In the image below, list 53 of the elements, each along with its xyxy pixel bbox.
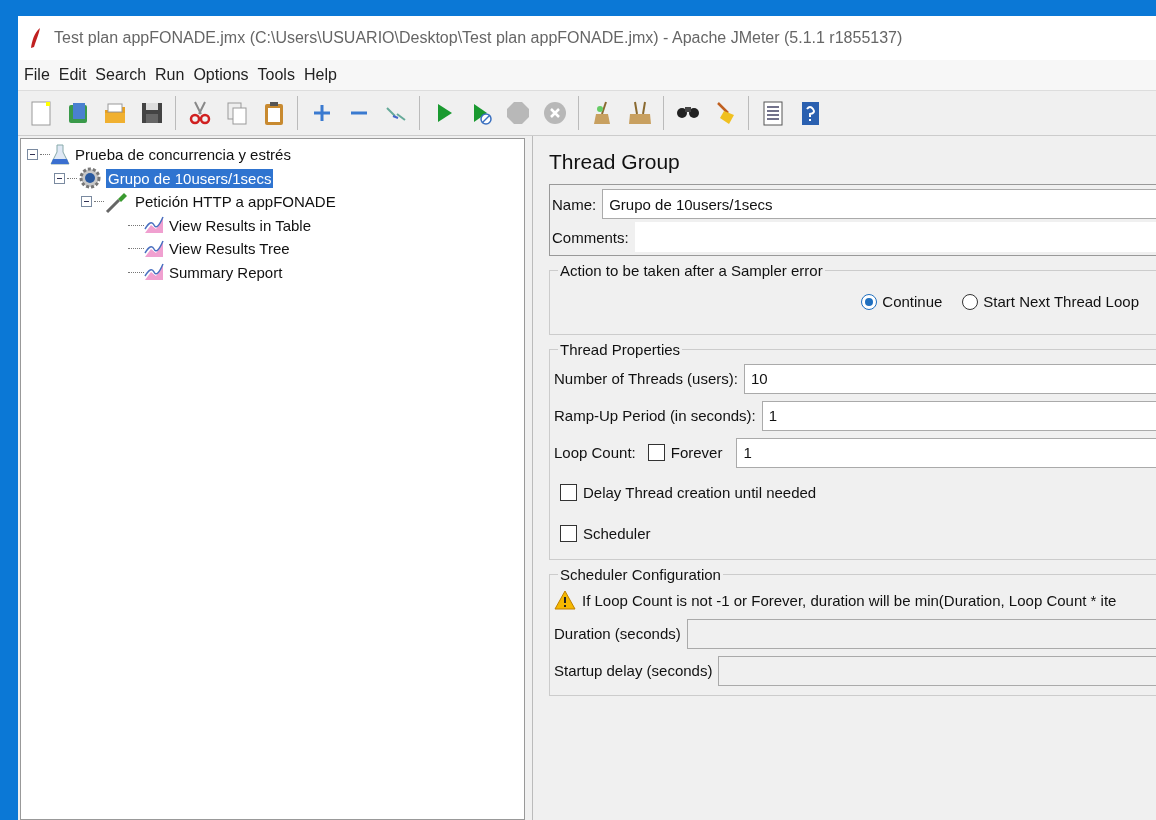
feather-icon xyxy=(30,27,42,49)
panel-title: Thread Group xyxy=(549,150,681,174)
flask-icon xyxy=(50,143,70,166)
tree-item[interactable]: Prueba de concurrencia y estrés xyxy=(73,145,293,165)
field-label: Ramp-Up Period (in seconds): xyxy=(554,407,756,424)
forever-checkbox[interactable]: Forever xyxy=(647,444,723,461)
threads-field[interactable]: 10 xyxy=(743,363,1156,394)
menu-item[interactable]: Search xyxy=(95,66,147,84)
graph-icon xyxy=(144,216,164,235)
checkbox[interactable] xyxy=(560,483,577,501)
delay-checkbox[interactable]: Delay Thread creation until needed xyxy=(560,483,817,501)
broom-icon xyxy=(626,100,653,126)
collapse-toggle[interactable] xyxy=(54,172,65,184)
menu-item[interactable]: Run xyxy=(155,66,185,84)
collapse-toggle[interactable] xyxy=(27,149,38,161)
menu-item[interactable]: Help xyxy=(303,66,337,84)
menu-item[interactable]: Tools xyxy=(257,66,295,84)
field-label: Startup delay (seconds) xyxy=(554,662,713,679)
radio-option[interactable]: Start Next Thread Loop xyxy=(962,293,1139,310)
field-label: Number of Threads (users): xyxy=(554,370,738,387)
close-icon xyxy=(541,100,568,126)
binoculars-icon xyxy=(675,107,700,119)
radio-option[interactable]: Continue xyxy=(861,293,943,310)
group-legend: Thread Properties xyxy=(558,341,683,358)
ramp-up-field[interactable]: 1 xyxy=(761,400,1156,431)
group-legend: Scheduler Configuration xyxy=(558,566,723,583)
window-title: Test plan appFONADE.jmx (C:\Users\USUARIO\Desktop\Test plan appFONADE.jmx) - Apache JMeter (5.1.1 r1855137) xyxy=(54,29,903,47)
warning-icon xyxy=(554,590,576,610)
field-label: Comments: xyxy=(552,228,629,246)
gear-icon xyxy=(77,167,103,190)
warning-text: If Loop Count is not -1 or Forever, duration will be min(Duration, Loop Count * ite xyxy=(582,591,1117,609)
tree-item[interactable]: Summary Report xyxy=(167,262,285,282)
checkbox[interactable] xyxy=(647,444,665,461)
checkbox[interactable] xyxy=(560,524,577,542)
minus-icon xyxy=(349,111,368,115)
graph-icon xyxy=(144,239,164,258)
field-label: Duration (seconds) xyxy=(554,625,681,642)
stop-icon xyxy=(504,100,531,126)
menu-item[interactable]: Options xyxy=(193,66,249,84)
graph-icon xyxy=(144,263,164,282)
loop-count-field[interactable]: 1 xyxy=(736,437,1156,468)
collapse-toggle[interactable] xyxy=(81,196,92,208)
group-legend: Action to be taken after a Sampler error xyxy=(558,262,825,279)
tree-item[interactable]: Petición HTTP a appFONADE xyxy=(133,192,338,212)
field-label: Name: xyxy=(552,195,597,213)
scheduler-checkbox[interactable]: Scheduler xyxy=(560,524,651,542)
tree-item[interactable]: View Results Tree xyxy=(167,239,292,259)
name-field[interactable]: Grupo de 10users/1secs xyxy=(602,189,1156,219)
tree-item[interactable]: View Results in Table xyxy=(167,215,314,235)
tree-item[interactable]: Grupo de 10users/1secs xyxy=(106,168,274,188)
field-label: Loop Count: xyxy=(554,444,636,461)
menu-item[interactable]: Edit xyxy=(58,66,87,84)
menu-item[interactable]: File xyxy=(24,66,50,84)
